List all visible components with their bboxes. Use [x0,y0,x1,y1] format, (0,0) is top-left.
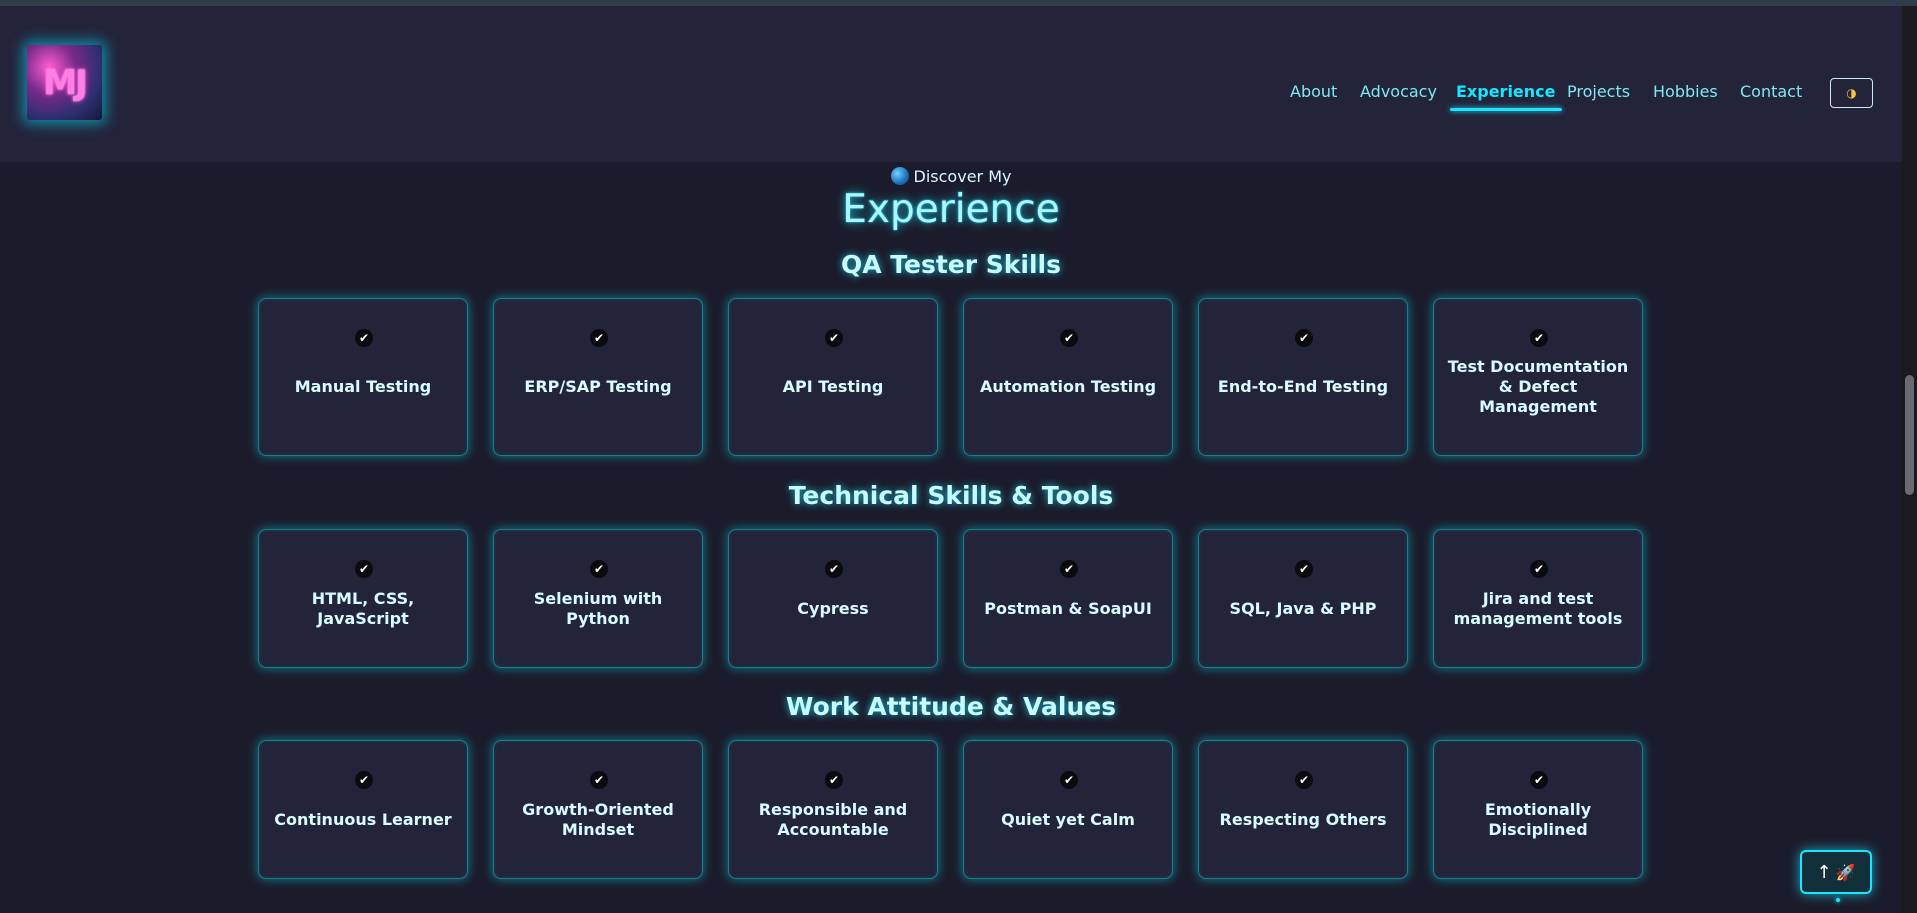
skill-card[interactable]: ✔ API Testing [728,298,938,456]
check-icon: ✔ [825,771,843,789]
skill-card-label: Quiet yet Calm [1001,809,1135,829]
skill-card-label: ERP/SAP Testing [524,377,672,396]
skill-card[interactable]: ✔ Respecting Others [1198,740,1408,879]
skill-card-label: Automation Testing [979,377,1157,396]
skill-card-label: Continuous Learner [274,809,452,829]
nav-about[interactable]: About [1290,82,1337,112]
nav-experience[interactable]: Experience [1450,82,1562,112]
skill-card[interactable]: ✔ Growth-Oriented Mindset [493,740,703,879]
check-icon: ✔ [1295,329,1313,347]
skill-card-label: Test Documentation & Defect Management [1447,357,1629,416]
check-icon: ✔ [590,329,608,347]
check-icon: ✔ [1295,771,1313,789]
skill-card-label: Emotionally Disciplined [1484,799,1592,839]
skill-card-label: Cypress [797,598,869,618]
scrollbar-thumb[interactable] [1905,375,1914,495]
check-icon: ✔ [1530,560,1548,578]
skill-card-label: Manual Testing [294,377,432,396]
skill-card[interactable]: ✔ Postman & SoapUI [963,529,1173,668]
skill-card-label: End-to-End Testing [1217,377,1389,396]
nav-advocacy[interactable]: Advocacy [1360,82,1437,112]
group-title: Work Attitude & Values [785,692,1117,721]
section-eyebrow: Discover My [0,167,1902,186]
skill-card-row: ✔ HTML, CSS, JavaScript ✔ Selenium with Pyt… [258,529,1644,668]
arrow-up-icon: ↑ [1816,861,1832,883]
check-icon: ✔ [1530,771,1548,789]
page-scrollbar[interactable] [1902,6,1917,913]
globe-icon [890,167,909,185]
nav-hobbies[interactable]: Hobbies [1653,82,1718,112]
skill-card[interactable]: ✔ Emotionally Disciplined [1433,740,1643,879]
logo-text: MJ [43,62,88,103]
group-title: Technical Skills & Tools [788,481,1114,510]
nav-contact[interactable]: Contact [1740,82,1802,112]
skill-card[interactable]: ✔ Responsible and Accountable [728,740,938,879]
half-moon-icon: ◑ [1846,86,1857,100]
skill-card[interactable]: ✔ Jira and test management tools [1433,529,1643,668]
skill-card[interactable]: ✔ Quiet yet Calm [963,740,1173,879]
indicator-dot [1836,898,1840,902]
skill-card-label: HTML, CSS, JavaScript [311,588,415,628]
skill-card-label: SQL, Java & PHP [1229,598,1377,618]
check-icon: ✔ [355,560,373,578]
skill-card-label: Selenium with Python [533,588,663,628]
skill-card-label: Responsible and Accountable [758,799,908,839]
skill-card-label: Postman & SoapUI [984,598,1152,618]
group-title: QA Tester Skills [840,250,1062,279]
check-icon: ✔ [1295,560,1313,578]
skill-card[interactable]: ✔ HTML, CSS, JavaScript [258,529,468,668]
skill-card[interactable]: ✔ Continuous Learner [258,740,468,879]
eyebrow-text: Discover My [913,167,1012,186]
skill-card-label: Jira and test management tools [1453,588,1623,628]
check-icon: ✔ [590,771,608,789]
skill-card-row: ✔ Manual Testing ✔ ERP/SAP Testing ✔ API Test… [258,298,1644,456]
skill-card[interactable]: ✔ Automation Testing [963,298,1173,456]
skill-card-label: API Testing [782,377,884,396]
skill-card-label: Growth-Oriented Mindset [522,799,674,839]
back-to-top-button[interactable]: ↑ 🚀 [1800,850,1872,894]
skill-card[interactable]: ✔ Selenium with Python [493,529,703,668]
rocket-icon: 🚀 [1835,862,1856,882]
check-icon: ✔ [1060,560,1078,578]
check-icon: ✔ [825,329,843,347]
skill-card-row: ✔ Continuous Learner ✔ Growth-Oriented Mind… [258,740,1644,879]
skill-card[interactable]: ✔ ERP/SAP Testing [493,298,703,456]
nav-projects[interactable]: Projects [1567,82,1630,112]
check-icon: ✔ [355,771,373,789]
check-icon: ✔ [1060,771,1078,789]
theme-toggle-button[interactable]: ◑ [1830,78,1873,108]
logo-avatar[interactable]: MJ [27,45,102,120]
skill-card[interactable]: ✔ Manual Testing [258,298,468,456]
skill-card[interactable]: ✔ Cypress [728,529,938,668]
page-title: Experience [842,187,1060,232]
check-icon: ✔ [1060,329,1078,347]
skill-card-label: Respecting Others [1219,809,1387,829]
check-icon: ✔ [1530,329,1548,347]
skill-card[interactable]: ✔ Test Documentation & Defect Management [1433,298,1643,456]
check-icon: ✔ [825,560,843,578]
check-icon: ✔ [590,560,608,578]
skill-card[interactable]: ✔ SQL, Java & PHP [1198,529,1408,668]
skill-card[interactable]: ✔ End-to-End Testing [1198,298,1408,456]
check-icon: ✔ [355,329,373,347]
